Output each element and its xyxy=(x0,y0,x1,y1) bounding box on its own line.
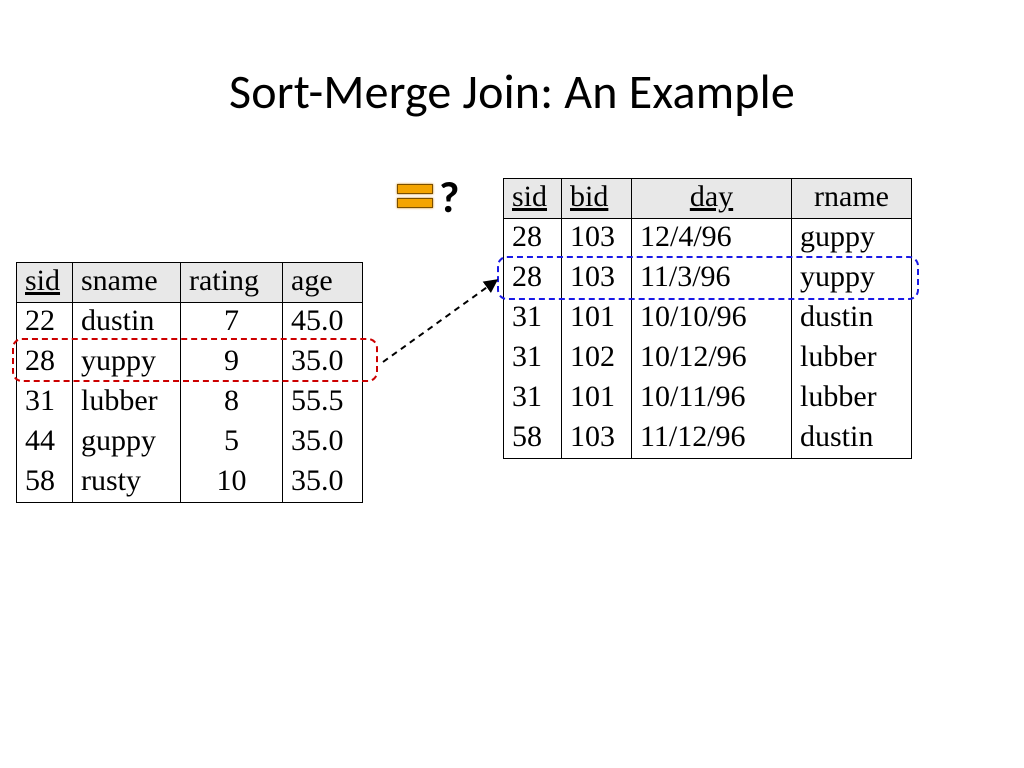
sailors-body: 22 dustin 7 45.0 28 yuppy 9 35.0 31 lubb… xyxy=(17,303,363,503)
question-mark: ? xyxy=(439,170,459,224)
col-sid: sid xyxy=(17,263,73,303)
cell-bid: 101 xyxy=(562,299,632,339)
reserves-header: sid bid day rname xyxy=(504,179,912,219)
col-sname: sname xyxy=(73,263,181,303)
cell-age: 55.5 xyxy=(283,383,363,423)
cell-sid: 28 xyxy=(17,343,73,383)
cell-bid: 103 xyxy=(562,419,632,459)
cell-age: 35.0 xyxy=(283,423,363,463)
cell-rating: 8 xyxy=(181,383,283,423)
col-rating: rating xyxy=(181,263,283,303)
equals-icon xyxy=(397,184,433,208)
cell-bid: 102 xyxy=(562,339,632,379)
cell-rname: dustin xyxy=(792,299,912,339)
col-sid: sid xyxy=(504,179,562,219)
reserves-table: sid bid day rname 28 103 12/4/96 guppy 2… xyxy=(503,178,912,459)
cell-sname: yuppy xyxy=(73,343,181,383)
cell-sid: 31 xyxy=(504,299,562,339)
cell-rname: dustin xyxy=(792,419,912,459)
cell-age: 45.0 xyxy=(283,303,363,343)
cell-day: 11/12/96 xyxy=(632,419,792,459)
cell-sid: 31 xyxy=(504,379,562,419)
cell-day: 10/11/96 xyxy=(632,379,792,419)
cell-day: 10/12/96 xyxy=(632,339,792,379)
reserves-body: 28 103 12/4/96 guppy 28 103 11/3/96 yupp… xyxy=(504,219,912,459)
cell-day: 10/10/96 xyxy=(632,299,792,339)
table-row: 58 rusty 10 35.0 xyxy=(17,463,363,503)
cell-sname: dustin xyxy=(73,303,181,343)
table-row: 31 lubber 8 55.5 xyxy=(17,383,363,423)
cell-sname: guppy xyxy=(73,423,181,463)
comparison-arrow-icon xyxy=(375,270,505,370)
cell-rating: 7 xyxy=(181,303,283,343)
cell-sid: 31 xyxy=(504,339,562,379)
cell-rname: lubber xyxy=(792,339,912,379)
cell-sid: 58 xyxy=(17,463,73,503)
cell-sname: rusty xyxy=(73,463,181,503)
table-row: 22 dustin 7 45.0 xyxy=(17,303,363,343)
table-row: 28 103 11/3/96 yuppy xyxy=(504,259,912,299)
sailors-table: sid sname rating age 22 dustin 7 45.0 28… xyxy=(16,262,363,503)
cell-rname: lubber xyxy=(792,379,912,419)
cell-rname: yuppy xyxy=(792,259,912,299)
cell-bid: 103 xyxy=(562,259,632,299)
cell-rating: 10 xyxy=(181,463,283,503)
cell-sid: 44 xyxy=(17,423,73,463)
cell-sid: 28 xyxy=(504,259,562,299)
cell-bid: 101 xyxy=(562,379,632,419)
cell-rating: 9 xyxy=(181,343,283,383)
table-row: 58 103 11/12/96 dustin xyxy=(504,419,912,459)
col-day: day xyxy=(632,179,792,219)
cell-rating: 5 xyxy=(181,423,283,463)
slide-title: Sort-Merge Join: An Example xyxy=(0,62,1024,121)
cell-sname: lubber xyxy=(73,383,181,423)
table-row: 44 guppy 5 35.0 xyxy=(17,423,363,463)
col-rname: rname xyxy=(792,179,912,219)
table-row: 31 101 10/11/96 lubber xyxy=(504,379,912,419)
col-bid: bid xyxy=(562,179,632,219)
cell-sid: 22 xyxy=(17,303,73,343)
sailors-header: sid sname rating age xyxy=(17,263,363,303)
cell-age: 35.0 xyxy=(283,343,363,383)
cell-sid: 31 xyxy=(17,383,73,423)
cell-sid: 28 xyxy=(504,219,562,259)
table-row: 28 yuppy 9 35.0 xyxy=(17,343,363,383)
table-row: 31 101 10/10/96 dustin xyxy=(504,299,912,339)
table-row: 28 103 12/4/96 guppy xyxy=(504,219,912,259)
col-age: age xyxy=(283,263,363,303)
cell-bid: 103 xyxy=(562,219,632,259)
cell-sid: 58 xyxy=(504,419,562,459)
cell-day: 12/4/96 xyxy=(632,219,792,259)
cell-age: 35.0 xyxy=(283,463,363,503)
cell-rname: guppy xyxy=(792,219,912,259)
table-row: 31 102 10/12/96 lubber xyxy=(504,339,912,379)
cell-day: 11/3/96 xyxy=(632,259,792,299)
